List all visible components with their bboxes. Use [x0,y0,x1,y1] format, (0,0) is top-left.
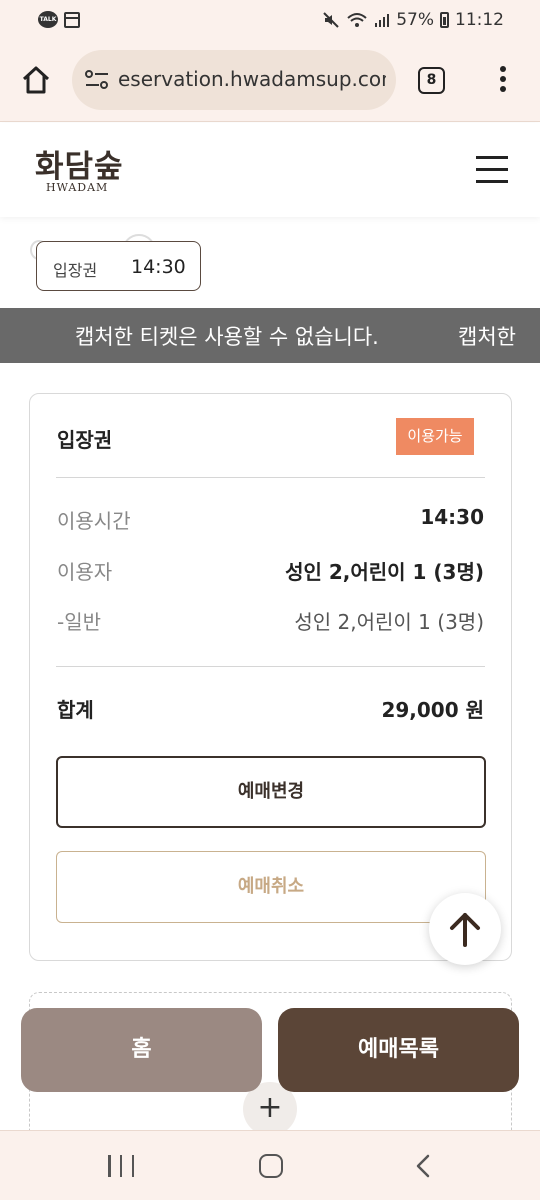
home-icon[interactable] [20,64,52,96]
home-button[interactable]: 홈 [21,1008,262,1092]
total-value: 29,000 원 [381,698,484,722]
recent-apps-icon[interactable] [108,1155,134,1177]
total-label: 합계 [57,698,94,722]
banner-text-repeat: 캡처한 [458,325,516,349]
ticket-title: 입장권 [57,428,113,452]
mute-icon [323,12,339,28]
divider [56,477,485,478]
ticket-type-tag[interactable]: 입장권 14:30 [36,241,201,291]
ticket-tag-time: 14:30 [131,256,186,278]
status-badge: 이용가능 [396,418,474,455]
signal-icon [375,14,390,27]
user-value: 성인 2,어린이 1 (3명) [285,560,484,584]
reservation-list-button[interactable]: 예매목록 [278,1008,519,1092]
user-label: 이용자 [57,560,113,584]
tab-switcher-button[interactable]: 8 [418,67,445,94]
usage-time-value: 14:30 [420,505,484,529]
wifi-icon [347,13,367,27]
usage-time-label: 이용시간 [57,509,131,533]
ticket-card: 입장권 이용가능 이용시간 14:30 이용자 성인 2,어린이 1 (3명) … [29,393,512,961]
cancel-reservation-button[interactable]: 예매취소 [56,851,486,923]
battery-percent: 57% [396,10,434,30]
hamburger-menu-icon[interactable] [476,156,508,184]
banner-text: 캡처한 티켓은 사용할 수 없습니다. [75,325,379,349]
site-settings-icon[interactable] [84,68,110,92]
ticket-tag-label: 입장권 [53,261,98,280]
divider [56,666,485,667]
battery-icon [440,12,449,28]
scroll-top-button[interactable] [429,893,501,965]
address-bar[interactable]: eservation.hwadamsup.com [72,50,396,110]
status-bar: TALK 57% 11:12 [0,0,540,42]
general-value: 성인 2,어린이 1 (3명) [294,610,484,634]
general-label: -일반 [57,610,102,634]
browser-toolbar: eservation.hwadamsup.com 8 [0,42,540,122]
url-text[interactable]: eservation.hwadamsup.com [118,67,386,91]
back-icon[interactable] [412,1154,436,1178]
change-reservation-button[interactable]: 예매변경 [56,756,486,828]
clock: 11:12 [455,10,504,30]
system-nav-bar [0,1130,540,1200]
more-options-icon[interactable] [500,66,508,94]
kakaotalk-icon: TALK [38,11,58,28]
calendar-icon [64,11,80,28]
home-nav-icon[interactable] [259,1154,283,1178]
capture-warning-banner: 캡처한 티켓은 사용할 수 없습니다. 캡처한 [0,308,540,363]
site-header: 화담숲 HWADAM [0,123,540,217]
logo-korean[interactable]: 화담숲 [35,141,124,186]
logo-english[interactable]: HWADAM [46,181,108,194]
arrow-up-icon [450,913,480,947]
